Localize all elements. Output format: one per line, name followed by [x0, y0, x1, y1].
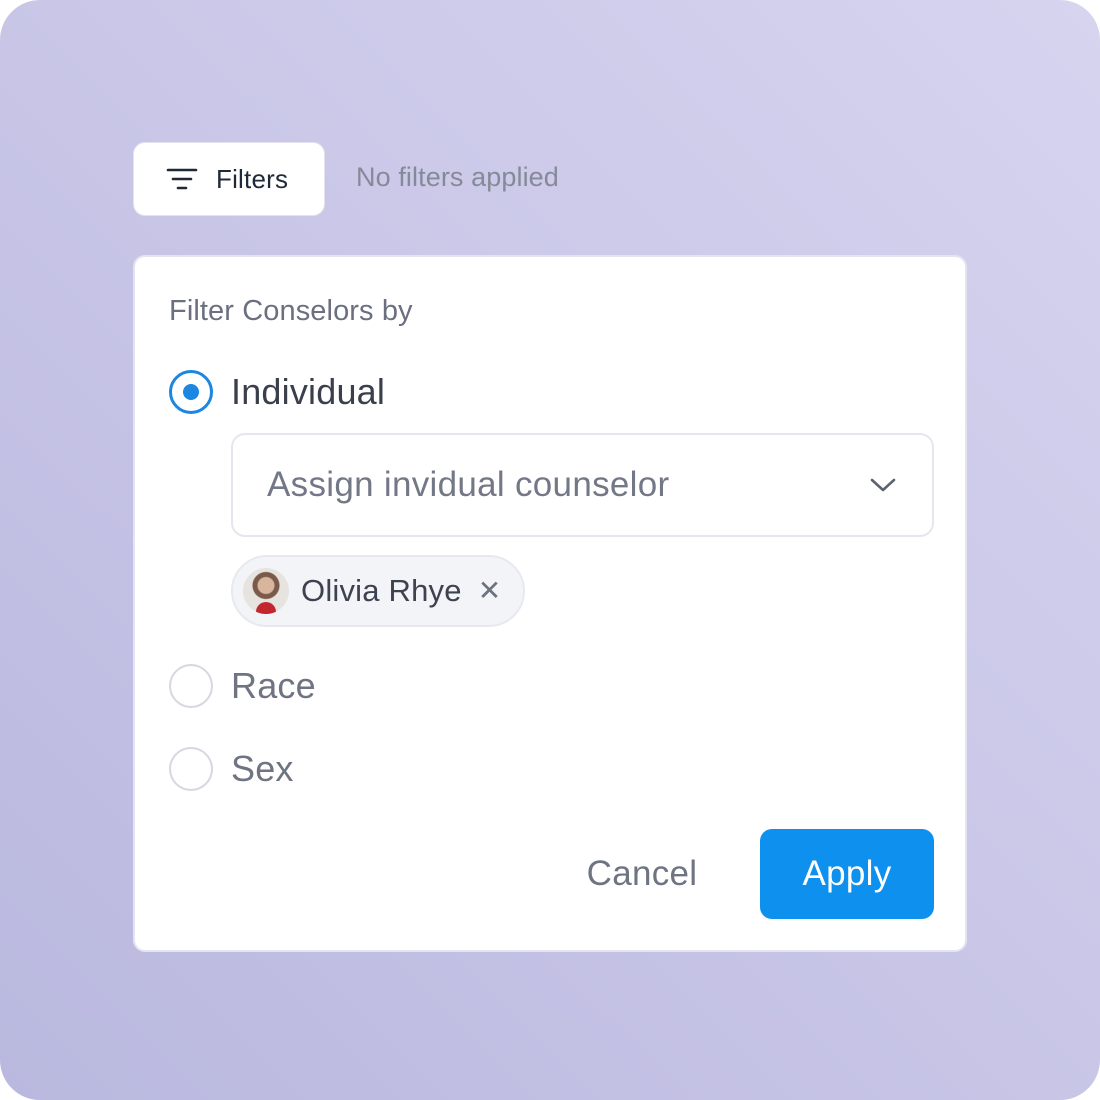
radio-label-race: Race — [231, 665, 316, 706]
radio-button-sex[interactable] — [169, 747, 213, 791]
radio-button-race[interactable] — [169, 664, 213, 708]
filters-button[interactable]: Filters — [133, 142, 325, 216]
chevron-down-icon — [870, 478, 896, 492]
selected-counselor-chip: Olivia Rhye ✕ — [231, 555, 525, 627]
chip-name: Olivia Rhye — [301, 573, 462, 608]
radio-label-individual: Individual — [231, 371, 386, 412]
counselor-select[interactable]: Assign invidual counselor — [231, 433, 934, 537]
radio-label-sex: Sex — [231, 748, 294, 789]
panel-title: Filter Conselors by — [169, 295, 413, 327]
background-canvas: Filters No filters applied Filter Consel… — [0, 0, 1100, 1100]
radio-option-race[interactable]: Race — [169, 664, 316, 708]
filter-panel: Filter Conselors by Individual Assign in… — [133, 255, 967, 952]
filters-status: No filters applied — [356, 162, 559, 192]
avatar — [243, 568, 289, 614]
radio-option-individual[interactable]: Individual — [169, 370, 385, 414]
filter-lines-icon — [166, 168, 198, 190]
radio-button-individual[interactable] — [169, 370, 213, 414]
apply-button[interactable]: Apply — [760, 829, 934, 919]
counselor-select-value: Assign invidual counselor — [267, 465, 670, 504]
filters-button-label: Filters — [216, 163, 289, 194]
close-icon[interactable]: ✕ — [478, 577, 501, 605]
radio-option-sex[interactable]: Sex — [169, 747, 294, 791]
cancel-button[interactable]: Cancel — [567, 829, 717, 919]
